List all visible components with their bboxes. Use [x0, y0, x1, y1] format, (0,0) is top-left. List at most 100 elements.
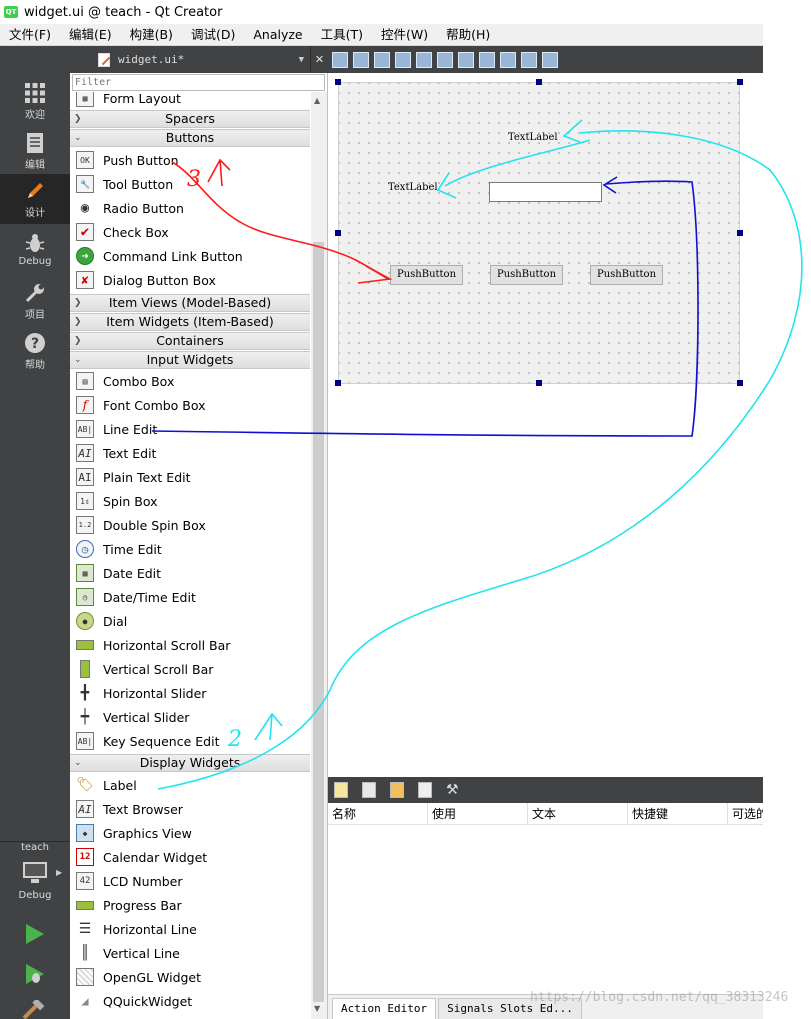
- layout-v-splitter-icon[interactable]: [479, 51, 495, 68]
- widget-item-v-scroll-bar[interactable]: Vertical Scroll Bar: [70, 657, 310, 681]
- widget-item-tool-button[interactable]: 🔧 Tool Button: [70, 172, 310, 196]
- column-checkable[interactable]: 可选的: [728, 803, 763, 824]
- widget-item-v-slider[interactable]: ┿ Vertical Slider: [70, 705, 310, 729]
- widget-item-progress-bar[interactable]: Progress Bar: [70, 893, 310, 917]
- widget-edit-mode-icon[interactable]: [332, 51, 348, 68]
- menu-controls[interactable]: 控件(W): [372, 24, 437, 46]
- widget-item-line-edit[interactable]: AB| Line Edit: [70, 417, 310, 441]
- designer-form[interactable]: TextLabel TextLabel PushButton PushButto…: [338, 82, 740, 384]
- menu-help[interactable]: 帮助(H): [437, 24, 499, 46]
- widget-item-calendar-widget[interactable]: 12 Calendar Widget: [70, 845, 310, 869]
- menu-file[interactable]: 文件(F): [0, 24, 60, 46]
- widget-item-dial[interactable]: ● Dial: [70, 609, 310, 633]
- debug-run-icon[interactable]: [22, 962, 46, 986]
- menu-debug[interactable]: 调试(D): [182, 24, 244, 46]
- widget-item-lcd-number[interactable]: 42 LCD Number: [70, 869, 310, 893]
- category-containers[interactable]: ❯ Containers: [70, 332, 310, 350]
- scroll-up-icon[interactable]: ▲: [314, 96, 320, 105]
- widget-item-double-spin-box[interactable]: 1.2 Double Spin Box: [70, 513, 310, 537]
- resize-handle[interactable]: [335, 230, 341, 236]
- widget-item-h-slider[interactable]: ╋ Horizontal Slider: [70, 681, 310, 705]
- layout-vertical-icon[interactable]: [437, 51, 453, 68]
- menu-build[interactable]: 构建(B): [121, 24, 182, 46]
- tab-action-editor[interactable]: Action Editor: [332, 998, 437, 1019]
- resize-handle[interactable]: [536, 79, 542, 85]
- layout-horizontal-icon[interactable]: [416, 51, 432, 68]
- new-action-icon[interactable]: [334, 782, 348, 798]
- copy-action-icon[interactable]: [362, 782, 376, 798]
- resize-handle[interactable]: [335, 380, 341, 386]
- mode-welcome[interactable]: 欢迎: [0, 76, 70, 126]
- widget-list-scrollbar[interactable]: ▲ ▼: [311, 92, 327, 1019]
- column-used[interactable]: 使用: [428, 803, 528, 824]
- mode-debug[interactable]: Debug: [0, 226, 70, 276]
- form-push-button-3[interactable]: PushButton: [590, 265, 663, 285]
- menu-analyze[interactable]: Analyze: [244, 24, 311, 46]
- widget-item-h-scroll-bar[interactable]: Horizontal Scroll Bar: [70, 633, 310, 657]
- widget-item-datetime-edit[interactable]: ◷ Date/Time Edit: [70, 585, 310, 609]
- form-push-button-2[interactable]: PushButton: [490, 265, 563, 285]
- combo-down-icon[interactable]: ▼: [299, 55, 304, 65]
- close-document-button[interactable]: ✕: [310, 46, 328, 73]
- form-push-button-1[interactable]: PushButton: [390, 265, 463, 285]
- category-item-widgets[interactable]: ❯ Item Widgets (Item-Based): [70, 313, 310, 331]
- signal-slot-mode-icon[interactable]: [353, 51, 369, 68]
- layout-h-splitter-icon[interactable]: [458, 51, 474, 68]
- category-spacers[interactable]: ❯ Spacers: [70, 110, 310, 128]
- category-display-widgets[interactable]: ⌄ Display Widgets: [70, 754, 310, 772]
- kit-selector[interactable]: ▶ Debug: [0, 856, 70, 906]
- mode-edit[interactable]: 编辑: [0, 126, 70, 176]
- form-text-label-2[interactable]: TextLabel: [388, 182, 438, 193]
- run-icon[interactable]: [22, 922, 46, 946]
- widget-item-graphics-view[interactable]: ◆ Graphics View: [70, 821, 310, 845]
- resize-handle[interactable]: [536, 380, 542, 386]
- widget-item-key-sequence-edit[interactable]: AB| Key Sequence Edit: [70, 729, 310, 753]
- layout-form-icon[interactable]: [521, 51, 537, 68]
- widget-item-dialog-button-box[interactable]: ✘ Dialog Button Box: [70, 268, 310, 292]
- form-text-label-1[interactable]: TextLabel: [508, 132, 558, 143]
- category-input-widgets[interactable]: ⌄ Input Widgets: [70, 351, 310, 369]
- scroll-down-icon[interactable]: ▼: [314, 1004, 320, 1013]
- column-text[interactable]: 文本: [528, 803, 628, 824]
- paste-action-icon[interactable]: [390, 782, 404, 798]
- category-item-views[interactable]: ❯ Item Views (Model-Based): [70, 294, 310, 312]
- widget-item-qquickwidget[interactable]: ◢ QQuickWidget: [70, 989, 310, 1013]
- menu-edit[interactable]: 编辑(E): [60, 24, 121, 46]
- layout-grid-icon[interactable]: [500, 51, 516, 68]
- mode-design[interactable]: 设计: [0, 174, 70, 224]
- build-hammer-icon[interactable]: [22, 1000, 46, 1019]
- widget-item-combo-box[interactable]: ▤ Combo Box: [70, 369, 310, 393]
- action-table-body[interactable]: [328, 826, 763, 994]
- widget-item-date-edit[interactable]: ▦ Date Edit: [70, 561, 310, 585]
- resize-handle[interactable]: [737, 380, 743, 386]
- scrollbar-thumb[interactable]: [313, 242, 324, 1002]
- menu-tools[interactable]: 工具(T): [312, 24, 372, 46]
- widget-filter-input[interactable]: Filter: [72, 74, 325, 91]
- category-buttons[interactable]: ⌄ Buttons: [70, 129, 310, 147]
- widget-item-push-button[interactable]: OK Push Button: [70, 148, 310, 172]
- buddy-mode-icon[interactable]: [374, 51, 390, 68]
- widget-item-spin-box[interactable]: 1⇕ Spin Box: [70, 489, 310, 513]
- widget-item-label[interactable]: 🏷 Label: [70, 773, 310, 797]
- widget-item-check-box[interactable]: ✔ Check Box: [70, 220, 310, 244]
- widget-item-radio-button[interactable]: ◉ Radio Button: [70, 196, 310, 220]
- configure-wrench-icon[interactable]: ⚒: [446, 782, 460, 798]
- resize-handle[interactable]: [737, 230, 743, 236]
- open-document-name[interactable]: widget.ui*: [118, 53, 184, 66]
- widget-item-command-link[interactable]: ➜ Command Link Button: [70, 244, 310, 268]
- widget-item-form-layout[interactable]: ▦ Form Layout: [70, 92, 310, 110]
- mode-help[interactable]: ? 帮助: [0, 326, 70, 376]
- widget-item-plain-text-edit[interactable]: AI Plain Text Edit: [70, 465, 310, 489]
- resize-handle[interactable]: [737, 79, 743, 85]
- form-line-edit[interactable]: [489, 182, 602, 202]
- resize-handle[interactable]: [335, 79, 341, 85]
- widget-item-font-combo-box[interactable]: f Font Combo Box: [70, 393, 310, 417]
- adjust-size-icon[interactable]: [542, 51, 558, 68]
- tab-order-mode-icon[interactable]: [395, 51, 411, 68]
- delete-action-icon[interactable]: [418, 782, 432, 798]
- widget-item-opengl-widget[interactable]: OpenGL Widget: [70, 965, 310, 989]
- widget-item-text-browser[interactable]: AI Text Browser: [70, 797, 310, 821]
- mode-projects[interactable]: 项目: [0, 276, 70, 326]
- widget-item-horizontal-line[interactable]: ☰ Horizontal Line: [70, 917, 310, 941]
- column-shortcut[interactable]: 快捷键: [628, 803, 728, 824]
